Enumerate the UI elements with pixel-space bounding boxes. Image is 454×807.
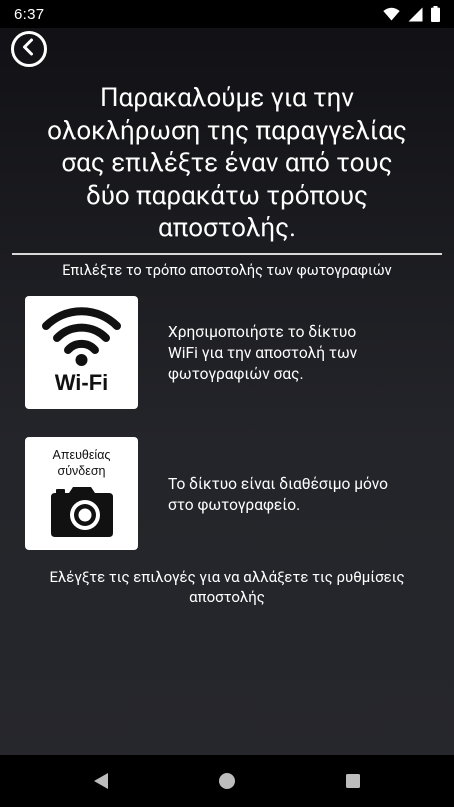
settings-hint: Ελέγξτε τις επιλογές για να αλλάξετε τις…	[12, 567, 442, 607]
description-line: στο φωτογραφείο.	[168, 496, 301, 514]
page-title-line: σας επιλέξτε έναν από τους	[61, 148, 393, 178]
wifi-option-description: Χρησιμοποιήστε το δίκτυο WiFi για την απ…	[168, 322, 428, 385]
description-line: Χρησιμοποιήστε το δίκτυο	[168, 323, 357, 341]
wifi-option[interactable]: Wi-Fi Χρησιμοποιήστε το δίκτυο WiFi για …	[0, 296, 454, 411]
battery-icon	[431, 6, 440, 22]
camera-icon	[51, 487, 113, 541]
back-arrow-icon	[19, 37, 39, 61]
settings-hint-line: αποστολής	[189, 588, 265, 606]
description-line: φωτογραφιών σας.	[168, 365, 304, 383]
home-circle-icon[interactable]	[218, 771, 236, 795]
status-time: 6:37	[14, 5, 45, 23]
page-title: Παρακαλούμε για την ολοκλήρωση της παραγ…	[12, 82, 442, 245]
divider	[12, 253, 442, 255]
description-line: Το δίκτυο είναι διαθέσιμο μόνο	[168, 475, 388, 493]
wifi-icon	[42, 306, 121, 372]
recents-square-icon[interactable]	[344, 771, 362, 795]
status-icons	[383, 6, 440, 22]
direct-connection-icon-box[interactable]: Απευθείας σύνδεση	[25, 437, 138, 550]
page-title-line: ολοκλήρωση της παραγγελίας	[47, 115, 407, 146]
icon-label-line: Απευθείας	[52, 448, 111, 462]
wifi-icon	[383, 7, 400, 21]
page-title-line: δύο παρακάτω τρόπους	[85, 180, 369, 211]
back-triangle-icon[interactable]	[92, 771, 110, 795]
direct-connection-option[interactable]: Απευθείας σύνδεση Το δίκτυο είναι διαθέσ…	[0, 437, 454, 552]
direct-connection-option-description: Το δίκτυο είναι διαθέσιμο μόνο στο φωτογ…	[168, 474, 428, 516]
back-button[interactable]	[11, 31, 47, 67]
wifi-icon-label: Wi-Fi	[54, 370, 109, 395]
description-line: WiFi για την αποστολή των	[168, 344, 358, 362]
page-title-line: Παρακαλούμε για την	[100, 83, 354, 113]
section-subtitle: Επιλέξτε το τρόπο αποστολής των φωτογραφ…	[62, 262, 392, 279]
navigation-bar	[0, 755, 454, 807]
icon-label-line: σύνδεση	[57, 464, 106, 478]
status-bar: 6:37	[0, 0, 454, 28]
signal-icon	[408, 7, 423, 22]
settings-hint-line: Ελέγξτε τις επιλογές για να αλλάξετε τις…	[49, 568, 405, 586]
direct-connection-icon-label: Απευθείας σύνδεση	[25, 447, 138, 479]
wifi-option-icon-box[interactable]: Wi-Fi	[25, 296, 138, 409]
page-title-line: αποστολής.	[158, 213, 296, 243]
